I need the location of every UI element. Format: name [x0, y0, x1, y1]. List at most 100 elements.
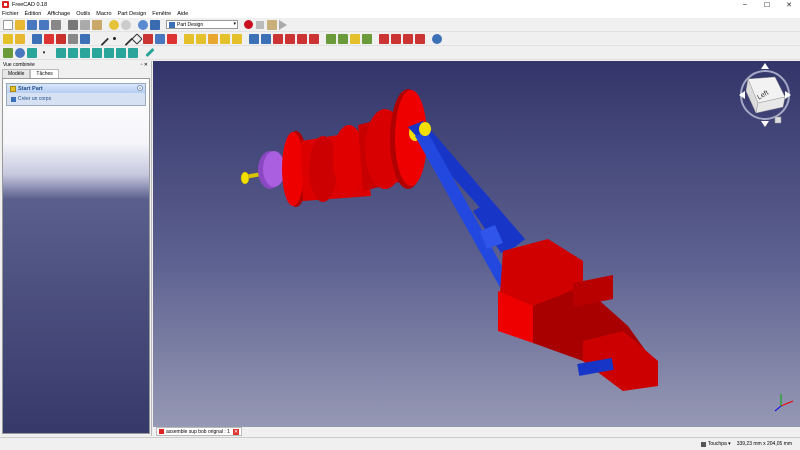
create-group-icon[interactable]	[15, 33, 25, 44]
document-icon	[159, 429, 164, 434]
rear-view-icon[interactable]	[104, 47, 114, 58]
loft-icon[interactable]	[208, 33, 218, 44]
pad-icon[interactable]	[184, 33, 194, 44]
combo-tabs: Modèle Tâches	[0, 69, 151, 78]
tab-tasks[interactable]: Tâches	[30, 69, 59, 78]
create-body-label: Créer un corps	[18, 96, 52, 102]
pipe-icon[interactable]	[220, 33, 230, 44]
axis-indicator	[774, 394, 794, 412]
minimize-button[interactable]: –	[734, 0, 756, 9]
draw-style-icon[interactable]	[27, 47, 37, 58]
menu-window[interactable]: Fenêtre	[152, 11, 171, 17]
menu-file[interactable]: Fichier	[2, 11, 19, 17]
fit-all-icon[interactable]	[3, 47, 13, 58]
refresh-icon[interactable]	[138, 19, 148, 30]
subtractive-loft-icon[interactable]	[285, 33, 295, 44]
execute-macro-icon[interactable]	[279, 19, 287, 30]
print-icon[interactable]	[51, 19, 61, 30]
tab-model[interactable]: Modèle	[2, 69, 31, 78]
chevron-down-icon[interactable]: ▾	[39, 48, 49, 58]
subtractive-primitive-icon[interactable]	[309, 33, 319, 44]
close-button[interactable]: ✕	[778, 0, 800, 9]
new-file-icon[interactable]	[3, 19, 13, 30]
window-title: FreeCAD 0.18	[12, 1, 48, 8]
fit-selection-icon[interactable]	[15, 47, 25, 58]
front-view-icon[interactable]	[68, 47, 78, 58]
workbench-selector[interactable]: Part Design ▾	[166, 20, 238, 29]
right-view-icon[interactable]	[92, 47, 102, 58]
collapse-icon[interactable]: ^	[137, 85, 143, 91]
fillet-icon[interactable]	[379, 33, 389, 44]
copy-icon[interactable]	[80, 19, 90, 30]
red-bracket[interactable]	[498, 239, 658, 391]
create-body-icon[interactable]	[32, 33, 42, 44]
polar-pattern-icon[interactable]	[350, 33, 360, 44]
menu-tools[interactable]: Outils	[76, 11, 90, 17]
undo-icon[interactable]	[109, 19, 119, 30]
mirrored-icon[interactable]	[326, 33, 336, 44]
maximize-button[interactable]: ☐	[756, 0, 778, 9]
close-tab-icon[interactable]: ✕	[232, 428, 239, 435]
3d-scene[interactable]: Left	[153, 61, 800, 427]
whats-this-icon[interactable]	[150, 19, 160, 30]
additive-primitive-icon[interactable]	[232, 33, 242, 44]
3d-viewport[interactable]: Left	[153, 61, 800, 427]
boolean-icon[interactable]	[432, 33, 442, 44]
datum-point-icon[interactable]	[109, 34, 119, 44]
groove-icon[interactable]	[273, 33, 283, 44]
line-icon[interactable]	[94, 31, 110, 46]
record-macro-icon[interactable]	[244, 20, 253, 29]
menu-view[interactable]: Affichage	[47, 11, 70, 17]
shape-binder-icon[interactable]	[155, 33, 165, 44]
left-view-icon[interactable]	[128, 47, 138, 58]
menu-macro[interactable]: Macro	[96, 11, 111, 17]
open-file-icon[interactable]	[15, 19, 25, 30]
isometric-view-icon[interactable]	[56, 47, 66, 58]
menu-part-design[interactable]: Part Design	[118, 11, 147, 17]
thickness-icon[interactable]	[415, 33, 425, 44]
draft-icon[interactable]	[403, 33, 413, 44]
start-part-box: Start Part ^ Créer un corps	[6, 83, 146, 106]
dock-close-icon[interactable]: ▫ ✕	[141, 62, 148, 68]
chamfer-icon[interactable]	[391, 33, 401, 44]
local-cs-icon[interactable]	[143, 33, 153, 44]
sketch-icon[interactable]	[44, 33, 54, 44]
navigation-cube[interactable]: Left	[739, 63, 791, 127]
status-bar: Touchpa ▾ 339,23 mm x 204,05 mm	[0, 437, 800, 450]
stop-macro-icon[interactable]	[256, 20, 264, 29]
part-design-toolbar	[0, 31, 800, 46]
cut-icon[interactable]	[68, 19, 78, 30]
paste-icon[interactable]	[92, 19, 102, 30]
document-tab-label: assemble sup bob orignal : 1	[166, 428, 230, 435]
redo-icon[interactable]	[121, 19, 131, 30]
subtractive-pipe-icon[interactable]	[297, 33, 307, 44]
part-design-icon	[169, 21, 175, 28]
map-sketch-icon[interactable]	[68, 33, 78, 44]
bottom-view-icon[interactable]	[116, 47, 126, 58]
start-part-header[interactable]: Start Part ^	[7, 84, 145, 93]
save-icon[interactable]	[27, 19, 37, 30]
navigation-style-selector[interactable]: Touchpa ▾	[700, 441, 731, 447]
hole-icon[interactable]	[261, 33, 271, 44]
linear-pattern-icon[interactable]	[338, 33, 348, 44]
create-part-icon[interactable]	[3, 33, 13, 44]
create-body-action[interactable]: Créer un corps	[7, 93, 145, 105]
validate-sketch-icon[interactable]	[56, 33, 66, 44]
red-roller-assembly[interactable]	[282, 89, 427, 207]
save-as-icon[interactable]	[39, 19, 49, 30]
pocket-icon[interactable]	[249, 33, 259, 44]
measure-distance-icon[interactable]	[145, 47, 155, 58]
window-controls: – ☐ ✕	[734, 0, 800, 9]
menu-edit[interactable]: Édition	[25, 11, 42, 17]
purple-hub[interactable]	[258, 151, 285, 189]
multi-transform-icon[interactable]	[362, 33, 372, 44]
revolution-icon[interactable]	[196, 33, 206, 44]
datum-plane-icon[interactable]	[131, 32, 143, 45]
menu-help[interactable]: Aide	[177, 11, 188, 17]
part-cube-icon[interactable]	[80, 33, 90, 44]
clone-icon[interactable]	[167, 33, 177, 44]
document-tab[interactable]: assemble sup bob orignal : 1 ✕	[156, 427, 242, 436]
macros-icon[interactable]	[267, 19, 277, 30]
top-view-icon[interactable]	[80, 47, 90, 58]
view-toolbar: ▾	[0, 46, 800, 60]
